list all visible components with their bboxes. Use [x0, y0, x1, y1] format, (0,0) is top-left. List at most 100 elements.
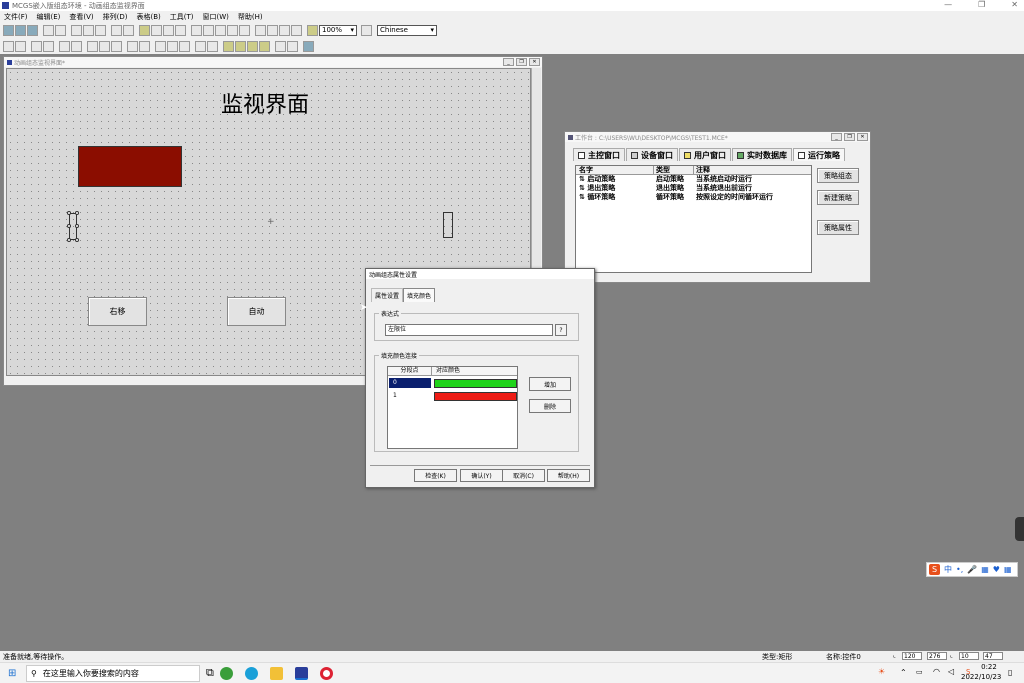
close-button[interactable]: ✕ — [857, 133, 868, 141]
auto-button[interactable]: 自动 — [227, 297, 286, 326]
ime-mode[interactable]: 中 — [944, 564, 952, 575]
new-icon[interactable] — [3, 24, 14, 36]
palette-icon[interactable] — [151, 24, 162, 36]
paint-icon[interactable] — [287, 40, 298, 52]
save-icon[interactable] — [27, 24, 38, 36]
mic-icon[interactable]: 🎤 — [967, 565, 977, 574]
resize-handle[interactable] — [75, 238, 79, 242]
expression-picker-button[interactable]: ? — [555, 324, 567, 336]
strategy-tb-icon[interactable] — [291, 24, 302, 36]
close-button[interactable]: ✕ — [529, 58, 540, 66]
red-rectangle[interactable] — [78, 146, 182, 187]
task-view-icon[interactable]: ⧉ — [206, 666, 214, 680]
help-button[interactable]: 帮助(H) — [547, 469, 590, 482]
battery-icon[interactable]: ▭ — [916, 668, 923, 676]
fill-icon[interactable] — [175, 24, 186, 36]
zoom-select[interactable]: 100% ▾ — [319, 24, 357, 36]
table-row[interactable]: ⇅ 循环策略 循环策略 按照设定的时间循环运行 — [576, 193, 811, 202]
minimize-button[interactable]: _ — [503, 58, 514, 66]
resize-handle[interactable] — [75, 211, 79, 215]
rotate-icon[interactable] — [179, 40, 190, 52]
keyboard-icon[interactable]: ▦ — [981, 565, 989, 574]
wechat-icon[interactable] — [220, 667, 233, 680]
align-bottom-icon[interactable] — [43, 40, 54, 52]
layer-icon[interactable] — [247, 40, 258, 52]
menu-item[interactable]: 工具(T) — [170, 12, 194, 22]
lock-icon[interactable] — [223, 40, 234, 52]
grid-dots-icon[interactable] — [303, 40, 314, 52]
tab-attr-settings[interactable]: 属性设置 — [371, 288, 404, 302]
strategy-edit-button[interactable]: 策略组态 — [817, 168, 859, 183]
recorder-icon[interactable] — [320, 667, 333, 680]
space-v-icon[interactable] — [139, 40, 150, 52]
check-button[interactable]: 检查(K) — [414, 469, 457, 482]
weather-icon[interactable]: ☀ — [878, 667, 885, 676]
window-icon[interactable] — [255, 24, 266, 36]
tab-database[interactable]: 实时数据库 — [732, 148, 792, 161]
shape-icon[interactable] — [203, 24, 214, 36]
same-height-icon[interactable] — [99, 40, 110, 52]
menu-item[interactable]: 排列(D) — [103, 12, 128, 22]
resize-handle[interactable] — [67, 224, 71, 228]
menu-item[interactable]: 文件(F) — [4, 12, 28, 22]
tab-fill-color[interactable]: 填充颜色 — [403, 288, 436, 302]
add-button[interactable]: 增加 — [529, 377, 571, 391]
tools-icon[interactable] — [139, 24, 150, 36]
resize-handle[interactable] — [67, 238, 71, 242]
segment-color-swatch[interactable] — [433, 391, 517, 401]
expression-input[interactable]: 左限位 — [385, 324, 553, 336]
tools-grid-icon[interactable]: ▦ — [1004, 565, 1012, 574]
menu-item[interactable]: 编辑(E) — [37, 12, 61, 22]
clock-date[interactable]: 2022/10/23 — [961, 673, 1001, 681]
preview-icon[interactable] — [55, 24, 66, 36]
open-icon[interactable] — [15, 24, 26, 36]
front-icon[interactable] — [155, 40, 166, 52]
color-segment-table[interactable]: 分段点 对应颜色 0 1 — [387, 366, 518, 449]
close-button[interactable]: ✕ — [1011, 0, 1018, 9]
clock-time[interactable]: 0:22 — [975, 663, 1003, 671]
align-left-icon[interactable] — [3, 40, 14, 52]
center-h-icon[interactable] — [59, 40, 70, 52]
table-row[interactable]: ⇅ 启动策略 启动策略 当系统启动时运行 — [576, 175, 811, 184]
back-icon[interactable] — [167, 40, 178, 52]
strategy-props-button[interactable]: 策略属性 — [817, 220, 859, 235]
skin-icon[interactable]: ♥ — [993, 565, 1000, 574]
segment-color-swatch[interactable] — [433, 378, 517, 388]
new-strategy-button[interactable]: 新建策略 — [817, 190, 859, 205]
cut-icon[interactable] — [71, 24, 82, 36]
resize-handle[interactable] — [75, 224, 79, 228]
edge-icon[interactable] — [245, 667, 258, 680]
tab-device-window[interactable]: 设备窗口 — [626, 148, 678, 161]
ungroup-icon[interactable] — [207, 40, 218, 52]
table-row[interactable]: 1 — [388, 390, 517, 402]
notification-icon[interactable]: ▯ — [1008, 668, 1012, 677]
menu-item[interactable]: 帮助(H) — [238, 12, 263, 22]
pen-icon[interactable] — [227, 24, 238, 36]
table-row[interactable]: 0 — [388, 377, 517, 389]
network-icon[interactable]: ◠ — [933, 667, 940, 676]
right-limit-rectangle[interactable] — [443, 212, 453, 238]
fill-style-icon[interactable] — [215, 24, 226, 36]
tab-main-window[interactable]: 主控窗口 — [573, 148, 625, 161]
device-icon[interactable] — [267, 24, 278, 36]
align-top-icon[interactable] — [31, 40, 42, 52]
bitmap-icon[interactable] — [275, 40, 286, 52]
space-h-icon[interactable] — [127, 40, 138, 52]
redo-icon[interactable] — [123, 24, 134, 36]
menu-item[interactable]: 窗口(W) — [203, 12, 229, 22]
tab-user-window[interactable]: 用户窗口 — [679, 148, 731, 161]
group-icon[interactable] — [195, 40, 206, 52]
restore-button[interactable]: ❐ — [978, 0, 985, 9]
mcgs-taskbar-icon[interactable] — [295, 667, 308, 680]
file-explorer-icon[interactable] — [270, 667, 283, 680]
database-tb-icon[interactable] — [279, 24, 290, 36]
same-size-icon[interactable] — [111, 40, 122, 52]
move-right-button[interactable]: 右移 — [88, 297, 147, 326]
same-width-icon[interactable] — [87, 40, 98, 52]
print-icon[interactable] — [43, 24, 54, 36]
undo-icon[interactable] — [111, 24, 122, 36]
selected-rectangle[interactable] — [67, 211, 79, 242]
copy-icon[interactable] — [83, 24, 94, 36]
sogou-logo-icon[interactable]: S — [929, 564, 940, 575]
align-right-icon[interactable] — [15, 40, 26, 52]
